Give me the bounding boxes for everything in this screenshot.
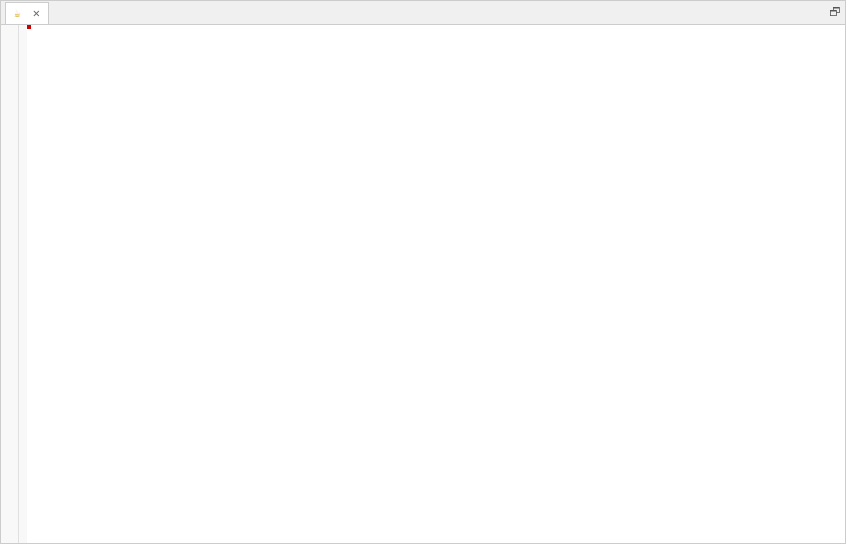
tab-bar: ☕ ✕ 🗗: [1, 1, 845, 25]
red-selection-box: [27, 25, 31, 29]
tab-dirty-marker: ✕: [33, 6, 40, 21]
active-tab[interactable]: ☕ ✕: [5, 2, 49, 24]
code-area: [1, 25, 845, 543]
restore-button[interactable]: 🗗: [829, 5, 841, 20]
editor-window: ☕ ✕ 🗗: [0, 0, 846, 544]
line-numbers-panel: [19, 25, 27, 543]
java-file-icon: ☕: [14, 7, 21, 20]
window-controls: 🗗: [829, 5, 845, 20]
code-panel: [27, 25, 845, 543]
gutter-panel: [1, 25, 19, 543]
